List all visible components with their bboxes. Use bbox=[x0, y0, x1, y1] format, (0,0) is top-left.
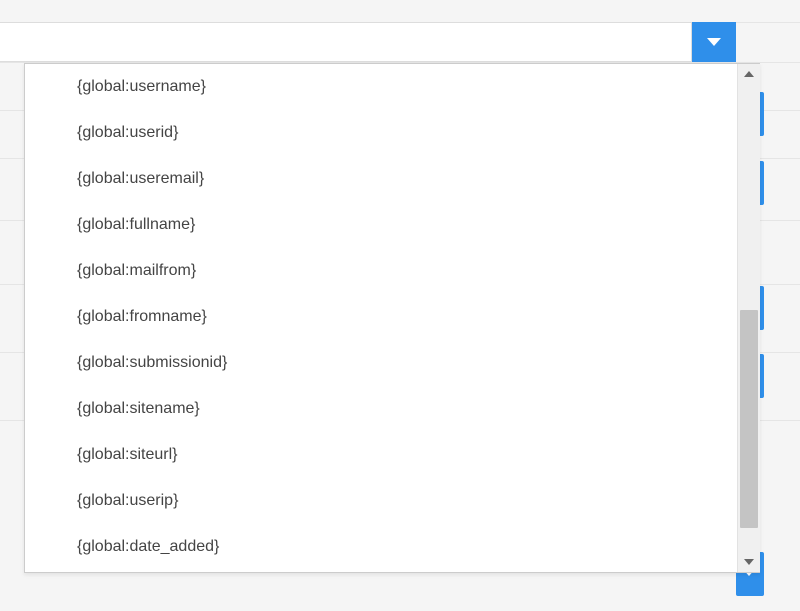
dropdown-toggle-button[interactable] bbox=[692, 22, 736, 62]
option-item[interactable]: {global:useremail} bbox=[25, 156, 737, 202]
option-item[interactable]: {global:fromname} bbox=[25, 294, 737, 340]
token-input[interactable] bbox=[0, 22, 692, 62]
dropdown-panel: {global:username} {global:userid} {globa… bbox=[24, 63, 760, 573]
option-item[interactable]: {global:submissionid} bbox=[25, 340, 737, 386]
option-item[interactable]: {global:userip} bbox=[25, 478, 737, 524]
options-list: {global:username} {global:userid} {globa… bbox=[25, 64, 737, 572]
chevron-down-icon bbox=[744, 559, 754, 565]
option-item[interactable]: {global:fullname} bbox=[25, 202, 737, 248]
scrollbar[interactable] bbox=[737, 64, 759, 572]
option-item[interactable]: {global:userid} bbox=[25, 110, 737, 156]
caret-down-icon bbox=[707, 38, 721, 46]
chevron-up-icon bbox=[744, 71, 754, 77]
option-item[interactable]: {global:username} bbox=[25, 64, 737, 110]
scroll-up-button[interactable] bbox=[738, 64, 760, 84]
option-item[interactable]: {global:sitename} bbox=[25, 386, 737, 432]
option-item[interactable]: {global:siteurl} bbox=[25, 432, 737, 478]
option-item[interactable]: {global:date_added} bbox=[25, 524, 737, 570]
scroll-down-button[interactable] bbox=[738, 552, 760, 572]
option-item[interactable]: {global:mailfrom} bbox=[25, 248, 737, 294]
scrollbar-thumb[interactable] bbox=[740, 310, 758, 528]
